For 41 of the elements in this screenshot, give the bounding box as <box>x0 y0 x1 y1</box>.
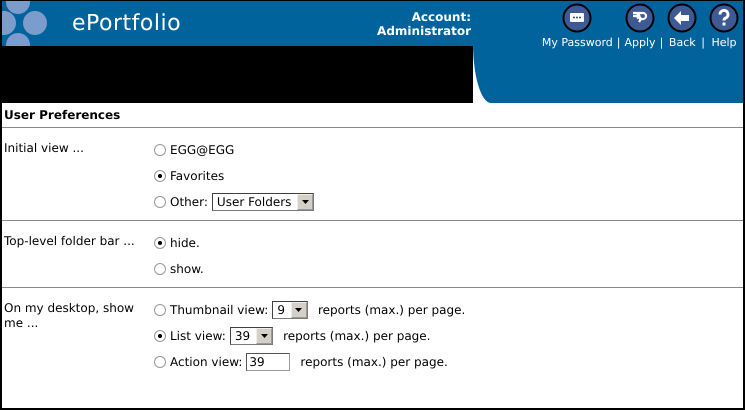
password-icon <box>562 3 592 33</box>
option-label: Action view: <box>170 355 242 369</box>
setting-label: On my desktop, show me ... <box>3 301 135 332</box>
nav-button[interactable]: Back <box>667 3 698 49</box>
dropdown[interactable]: User Folders <box>212 193 314 211</box>
account-name: Administrator <box>377 24 471 38</box>
radio-button[interactable] <box>154 170 166 182</box>
option-suffix: reports (max.) per page. <box>300 355 448 369</box>
option-suffix: reports (max.) per page. <box>283 329 430 343</box>
input-field[interactable]: 39 <box>246 353 290 371</box>
radio-button[interactable] <box>154 356 166 368</box>
option-label: show. <box>170 262 204 276</box>
apply-icon <box>625 3 656 33</box>
option-label: List view: <box>170 329 226 343</box>
radio-button[interactable] <box>154 263 166 275</box>
nav-separator: | <box>660 36 664 49</box>
nav-separator: | <box>701 36 705 49</box>
setting-label: Top-level folder bar ... <box>3 234 136 250</box>
radio-button[interactable] <box>154 237 166 249</box>
dropdown[interactable]: 39 <box>230 327 274 345</box>
page-title: User Preferences <box>2 103 743 128</box>
option-label: hide. <box>170 236 200 250</box>
nav-button[interactable]: Help <box>709 3 739 49</box>
option-suffix: reports (max.) per page. <box>318 303 466 317</box>
help-icon <box>709 3 739 33</box>
radio-button[interactable] <box>154 330 166 342</box>
account-label: Account: <box>410 10 471 24</box>
app-title: ePortfolio <box>72 11 182 36</box>
logo-icon <box>2 1 48 46</box>
dropdown[interactable]: 9 <box>272 301 308 319</box>
nav-separator: | <box>616 36 620 49</box>
setting-label: Initial view ... <box>3 141 85 157</box>
radio-button[interactable] <box>154 144 166 156</box>
option-label: Favorites <box>170 169 224 183</box>
nav-button[interactable]: My Password <box>542 3 613 49</box>
option-label: EGG@EGG <box>170 143 234 157</box>
radio-button[interactable] <box>154 304 166 316</box>
radio-button[interactable] <box>154 196 166 208</box>
option-label: Other: <box>170 195 208 209</box>
option-label: Thumbnail view: <box>170 303 268 317</box>
nav-button[interactable]: Apply <box>624 3 656 49</box>
